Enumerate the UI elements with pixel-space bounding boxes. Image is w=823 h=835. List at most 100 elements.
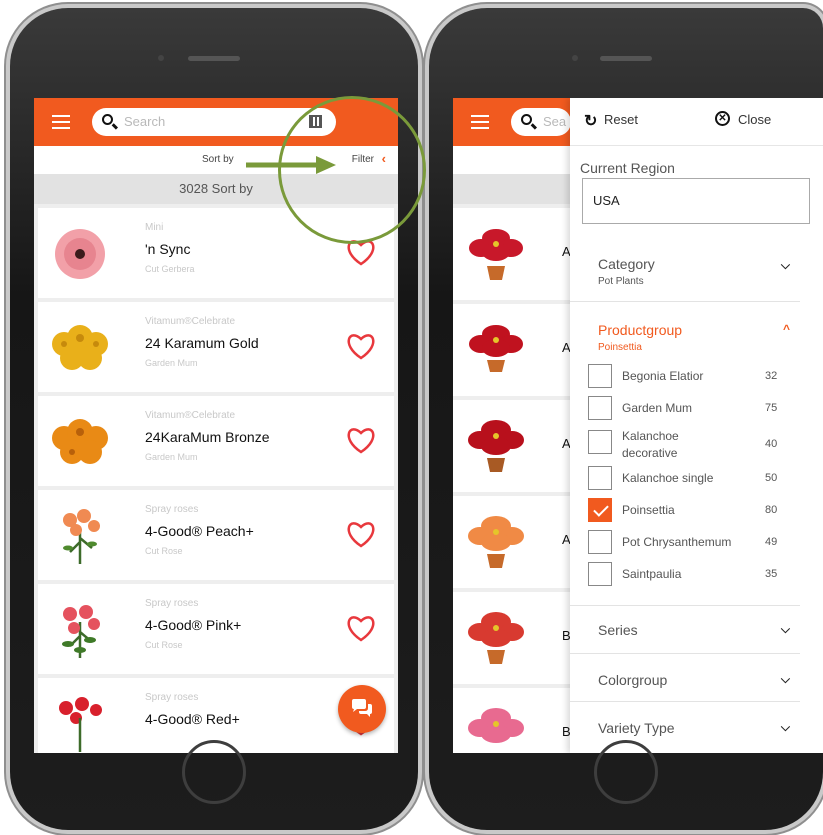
option-label: Kalanchoe decorative bbox=[622, 429, 679, 460]
camera-icon bbox=[572, 55, 578, 61]
option-label: Garden Mum bbox=[622, 401, 693, 415]
menu-icon[interactable] bbox=[471, 115, 489, 129]
menu-icon[interactable] bbox=[52, 115, 70, 129]
colorgroup-section[interactable]: Colorgroup ⌵ bbox=[570, 654, 800, 702]
heart-icon[interactable] bbox=[346, 614, 376, 642]
productgroup-title[interactable]: Productgroup bbox=[598, 322, 682, 338]
option-checkbox[interactable] bbox=[588, 364, 612, 388]
current-region-label: Current Region bbox=[580, 160, 675, 176]
heart-icon[interactable] bbox=[346, 426, 376, 454]
search-bar[interactable]: Sea bbox=[511, 108, 571, 136]
productgroup-option[interactable]: Saintpaulia 35 bbox=[588, 560, 788, 588]
red-rose-icon bbox=[59, 697, 102, 752]
productgroup-option[interactable]: Kalanchoe decorative 40 bbox=[588, 428, 788, 464]
product-type: Cut Gerbera bbox=[145, 264, 195, 274]
phone-right: Sea A A A A B B ↻ Reset ✕ Close Current … bbox=[429, 8, 823, 830]
option-label: Pot Chrysanthemum bbox=[622, 535, 732, 549]
search-input[interactable]: Sea bbox=[543, 114, 566, 129]
search-input[interactable]: Search bbox=[124, 114, 165, 129]
stage: Search Sort by Filter ‹ 3028 Sort by Min… bbox=[0, 0, 823, 835]
product-type: Garden Mum bbox=[145, 358, 198, 368]
filter-panel: ↻ Reset ✕ Close Current Region USA Categ… bbox=[570, 98, 823, 753]
search-icon bbox=[521, 114, 532, 125]
productgroup-option[interactable]: Begonia Elatior 32 bbox=[588, 362, 788, 390]
region-input[interactable]: USA bbox=[582, 178, 810, 224]
product-series: Mini bbox=[145, 222, 164, 233]
product-card[interactable]: Spray roses 4-Good® Pink+ Cut Rose bbox=[38, 584, 394, 674]
option-label: Poinsettia bbox=[622, 503, 675, 517]
product-type: Garden Mum bbox=[145, 452, 198, 462]
product-type: Cut Rose bbox=[145, 546, 183, 556]
option-checkbox[interactable] bbox=[588, 530, 612, 554]
product-name: 4-Good® Peach+ bbox=[145, 523, 254, 539]
arrow-right-icon bbox=[246, 156, 336, 174]
product-card[interactable]: Spray roses 4-Good® Peach+ Cut Rose bbox=[38, 490, 394, 580]
option-label: Begonia Elatior bbox=[622, 369, 704, 383]
productgroup-option[interactable]: Kalanchoe single 50 bbox=[588, 464, 788, 492]
chevron-down-icon: ⌵ bbox=[780, 258, 790, 272]
option-count: 32 bbox=[765, 370, 778, 382]
option-checkbox[interactable] bbox=[588, 430, 612, 454]
option-count: 50 bbox=[765, 472, 778, 484]
category-selected: Pot Plants bbox=[598, 276, 644, 287]
sort-button[interactable]: Sort by bbox=[202, 154, 234, 165]
poinsettia-icon bbox=[468, 612, 524, 664]
pink-gerbera-icon bbox=[55, 229, 105, 279]
productgroup-section: Productgroup Poinsettia ^ Begonia Elatio… bbox=[570, 310, 800, 606]
productgroup-option[interactable]: Poinsettia 80 bbox=[588, 496, 788, 524]
heart-icon[interactable] bbox=[346, 520, 376, 548]
close-button[interactable]: Close bbox=[738, 112, 771, 127]
yellow-mum-icon bbox=[52, 325, 108, 370]
option-checkbox[interactable] bbox=[588, 562, 612, 586]
heart-icon[interactable] bbox=[346, 332, 376, 360]
camera-icon bbox=[158, 55, 164, 61]
reset-button[interactable]: Reset bbox=[604, 112, 638, 127]
option-checkbox-checked[interactable] bbox=[588, 498, 612, 522]
category-section[interactable]: Category Pot Plants ⌵ bbox=[570, 244, 800, 302]
chevron-down-icon: ⌵ bbox=[780, 622, 790, 636]
product-series: Spray roses bbox=[145, 504, 199, 515]
product-card[interactable]: Vitamum®Celebrate 24 Karamum Gold Garden… bbox=[38, 302, 394, 392]
home-button[interactable] bbox=[594, 740, 658, 804]
variety-type-section[interactable]: Variety Type ⌵ bbox=[570, 702, 800, 750]
option-count: 35 bbox=[765, 568, 778, 580]
product-name: 24KaraMum Bronze bbox=[145, 429, 270, 445]
chat-bubbles-icon bbox=[352, 699, 372, 717]
option-count: 49 bbox=[765, 536, 778, 548]
filter-panel-header: ↻ Reset ✕ Close bbox=[570, 98, 823, 146]
poinsettia-icon bbox=[468, 420, 524, 472]
peach-rose-icon bbox=[63, 509, 100, 564]
poinsettia-icon bbox=[469, 229, 523, 280]
option-count: 80 bbox=[765, 504, 778, 516]
poinsettia-icon bbox=[468, 708, 524, 743]
product-card[interactable]: Vitamum®Celebrate 24KaraMum Bronze Garde… bbox=[38, 396, 394, 486]
product-series: Vitamum®Celebrate bbox=[145, 316, 235, 327]
product-series: Spray roses bbox=[145, 692, 199, 703]
option-checkbox[interactable] bbox=[588, 396, 612, 420]
refresh-icon[interactable]: ↻ bbox=[584, 111, 597, 131]
productgroup-option[interactable]: Garden Mum 75 bbox=[588, 394, 788, 422]
speaker-grille bbox=[600, 56, 652, 61]
product-name: 'n Sync bbox=[145, 241, 191, 257]
series-title: Series bbox=[598, 622, 638, 638]
close-icon[interactable]: ✕ bbox=[715, 111, 730, 126]
product-name: 4-Good® Red+ bbox=[145, 711, 240, 727]
category-title: Category bbox=[598, 256, 655, 272]
series-section[interactable]: Series ⌵ bbox=[570, 606, 800, 654]
chat-button[interactable] bbox=[338, 685, 386, 733]
product-series: Vitamum®Celebrate bbox=[145, 410, 235, 421]
poinsettia-icon bbox=[469, 325, 523, 372]
option-count: 40 bbox=[765, 438, 778, 450]
option-label: Saintpaulia bbox=[622, 567, 682, 581]
search-icon bbox=[102, 114, 113, 125]
productgroup-option[interactable]: Pot Chrysanthemum 49 bbox=[588, 528, 788, 556]
product-type: Cut Rose bbox=[145, 640, 183, 650]
colorgroup-title: Colorgroup bbox=[598, 672, 668, 688]
option-checkbox[interactable] bbox=[588, 466, 612, 490]
product-series: Spray roses bbox=[145, 598, 199, 609]
home-button[interactable] bbox=[182, 740, 246, 804]
poinsettia-icon bbox=[468, 516, 524, 568]
chevron-up-icon[interactable]: ^ bbox=[783, 322, 790, 336]
option-count: 75 bbox=[765, 402, 778, 414]
product-name: 4-Good® Pink+ bbox=[145, 617, 242, 633]
